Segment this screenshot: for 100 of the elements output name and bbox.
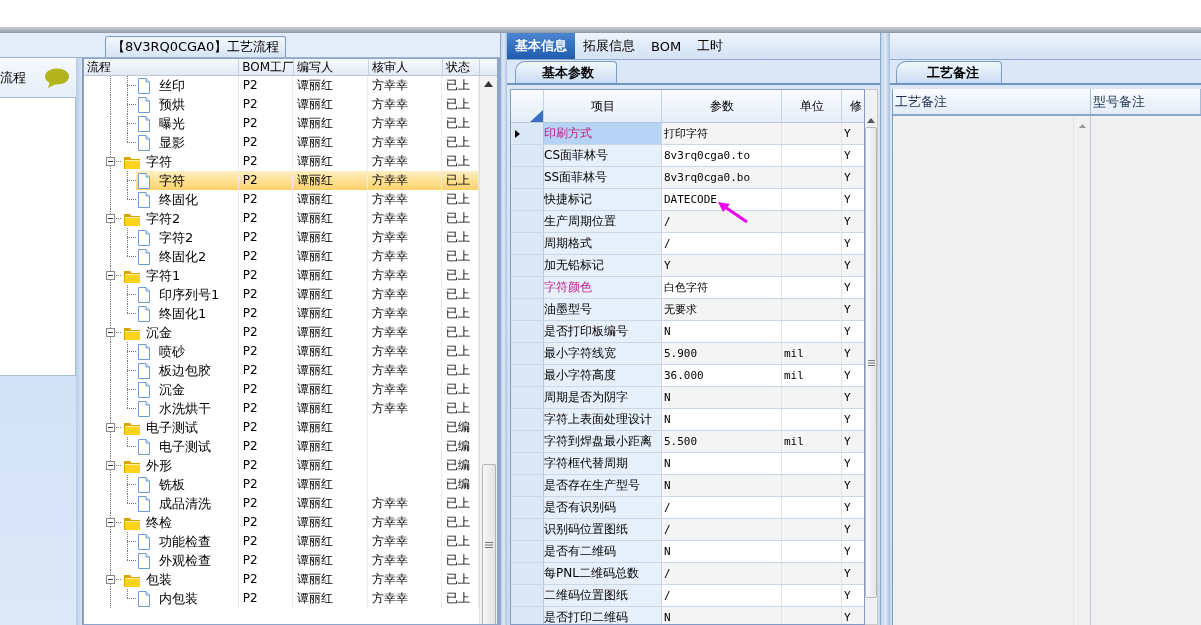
table-cell: 无要求 bbox=[662, 299, 782, 320]
table-cell: N bbox=[662, 475, 782, 496]
node-label: 印序列号1 bbox=[159, 286, 220, 304]
tree-row[interactable]: 喷砂 P2 谭丽红 方幸幸 已上 bbox=[84, 342, 479, 361]
node-label: 终固化2 bbox=[159, 248, 207, 266]
table-cell: 方幸幸 bbox=[367, 285, 443, 304]
table-cell: 谭丽红 bbox=[293, 494, 368, 513]
table-cell: P2 bbox=[238, 418, 294, 437]
table-cell: Y bbox=[842, 607, 864, 624]
tab[interactable]: BOM bbox=[643, 33, 690, 59]
table-cell: / bbox=[662, 211, 782, 232]
table-cell: 谭丽红 bbox=[293, 418, 368, 437]
document-icon bbox=[138, 552, 150, 569]
document-icon bbox=[138, 172, 150, 189]
panel-tab[interactable]: 【8V3RQ0CGA0】工艺流程 bbox=[105, 36, 287, 57]
column-header[interactable]: 型号备注 bbox=[1091, 89, 1201, 114]
table-cell: P2 bbox=[238, 494, 294, 513]
column-header[interactable]: 核审人 bbox=[368, 59, 444, 75]
table-cell: 谭丽红 bbox=[293, 513, 368, 532]
table-cell: P2 bbox=[238, 114, 294, 133]
current-row-icon bbox=[515, 129, 520, 138]
tree-row[interactable]: 字符2 P2 谭丽红 方幸幸 已上 bbox=[84, 209, 479, 228]
table-cell: 方幸幸 bbox=[367, 513, 443, 532]
tree-row[interactable]: 功能检查 P2 谭丽红 方幸幸 已上 bbox=[84, 532, 479, 551]
table-cell: 谭丽红 bbox=[293, 171, 368, 190]
tree-row[interactable]: 预烘 P2 谭丽红 方幸幸 已上 bbox=[84, 95, 479, 114]
table-cell: Y bbox=[842, 387, 864, 408]
table-cell: 方幸幸 bbox=[367, 228, 443, 247]
table-cell: P2 bbox=[238, 228, 294, 247]
document-icon bbox=[138, 191, 150, 208]
node-label: 字符 bbox=[146, 153, 172, 171]
table-cell: 方幸幸 bbox=[367, 589, 443, 608]
table-cell: 二维码位置图纸 bbox=[544, 585, 662, 606]
scrollbar[interactable] bbox=[479, 76, 497, 624]
tree-row[interactable]: 丝印 P2 谭丽红 方幸幸 已上 bbox=[84, 76, 479, 95]
tab[interactable]: 拓展信息 bbox=[575, 33, 643, 59]
table-cell: 谭丽红 bbox=[293, 323, 368, 342]
tree-row[interactable]: 字符2 P2 谭丽红 方幸幸 已上 bbox=[84, 228, 479, 247]
table-cell bbox=[782, 123, 842, 144]
splitter[interactable] bbox=[880, 33, 890, 625]
node-label: 沉金 bbox=[159, 381, 185, 399]
tree-row[interactable]: 终固化 P2 谭丽红 方幸幸 已上 bbox=[84, 190, 479, 209]
node-label: 终检 bbox=[146, 514, 172, 532]
tree-row[interactable]: 字符1 P2 谭丽红 方幸幸 已上 bbox=[84, 266, 479, 285]
tree-row[interactable]: 铣板 P2 谭丽红 已编 bbox=[84, 475, 479, 494]
column-header[interactable]: 单位 bbox=[782, 90, 842, 122]
tab[interactable]: 基本信息 bbox=[507, 33, 575, 59]
subtab[interactable]: 工艺备注 bbox=[896, 61, 1002, 83]
row-header[interactable] bbox=[511, 123, 544, 144]
table-cell: / bbox=[662, 497, 782, 518]
table-cell: P2 bbox=[238, 475, 294, 494]
tree-row[interactable]: 内包装 P2 谭丽红 方幸幸 已上 bbox=[84, 589, 479, 608]
tree-row[interactable]: 包装 P2 谭丽红 方幸幸 已上 bbox=[84, 570, 479, 589]
node-label: 铣板 bbox=[159, 476, 185, 494]
tree-row[interactable]: 电子测试 P2 谭丽红 已编 bbox=[84, 437, 479, 456]
table-cell: 5.900 bbox=[662, 343, 782, 364]
tree-row[interactable]: 沉金 P2 谭丽红 方幸幸 已上 bbox=[84, 380, 479, 399]
splitter[interactable] bbox=[76, 58, 83, 625]
scroll-up-icon bbox=[867, 118, 875, 123]
column-header[interactable]: 编写人 bbox=[293, 59, 369, 75]
table-cell: Y bbox=[842, 299, 864, 320]
table-cell: 字符到焊盘最小距离 bbox=[544, 431, 662, 452]
table-cell: P2 bbox=[238, 513, 294, 532]
tree-row[interactable]: 显影 P2 谭丽红 方幸幸 已上 bbox=[84, 133, 479, 152]
tree-row[interactable]: 终固化2 P2 谭丽红 方幸幸 已上 bbox=[84, 247, 479, 266]
tree-row[interactable]: 沉金 P2 谭丽红 方幸幸 已上 bbox=[84, 323, 479, 342]
table-cell: 是否有识别码 bbox=[544, 497, 662, 518]
column-header[interactable]: 项目 bbox=[544, 90, 662, 122]
tree-row[interactable]: 外观检查 P2 谭丽红 方幸幸 已上 bbox=[84, 551, 479, 570]
table-cell: 每PNL二维码总数 bbox=[544, 563, 662, 584]
tree-row[interactable]: 成品清洗 P2 谭丽红 方幸幸 已上 bbox=[84, 494, 479, 513]
collapse-icon bbox=[106, 461, 115, 470]
node-label: 预烘 bbox=[159, 96, 185, 114]
tree-row[interactable]: 外形 P2 谭丽红 已编 bbox=[84, 456, 479, 475]
column-header[interactable]: 参数 bbox=[662, 90, 782, 122]
table-cell: 谭丽红 bbox=[293, 570, 368, 589]
table-cell: 8v3rq0cga0.bo bbox=[662, 167, 782, 188]
column-header[interactable]: BOM工厂 bbox=[239, 59, 294, 75]
tree-row[interactable]: 终检 P2 谭丽红 方幸幸 已上 bbox=[84, 513, 479, 532]
tree-row[interactable]: 电子测试 P2 谭丽红 已编 bbox=[84, 418, 479, 437]
tree-row[interactable]: 水洗烘干 P2 谭丽红 方幸幸 已上 bbox=[84, 399, 479, 418]
column-header[interactable]: 流程 bbox=[84, 59, 240, 75]
column-header[interactable]: 状态 bbox=[443, 59, 480, 75]
tree-row[interactable]: 印序列号1 P2 谭丽红 方幸幸 已上 bbox=[84, 285, 479, 304]
table-cell: 方幸幸 bbox=[367, 247, 443, 266]
table-cell bbox=[782, 387, 842, 408]
tree-row[interactable]: 终固化1 P2 谭丽红 方幸幸 已上 bbox=[84, 304, 479, 323]
tab[interactable]: 工时 bbox=[689, 33, 732, 59]
tree-row[interactable]: 板边包胶 P2 谭丽红 方幸幸 已上 bbox=[84, 361, 479, 380]
table-cell: P2 bbox=[238, 551, 294, 570]
tree-row[interactable]: 曝光 P2 谭丽红 方幸幸 已上 bbox=[84, 114, 479, 133]
scrollbar[interactable] bbox=[865, 89, 878, 625]
collapse-icon bbox=[106, 328, 115, 337]
table-cell: 识别码位置图纸 bbox=[544, 519, 662, 540]
node-label: 曝光 bbox=[159, 115, 185, 133]
table-cell: P2 bbox=[238, 342, 294, 361]
table-cell: 谭丽红 bbox=[293, 437, 368, 456]
table-cell: 最小字符高度 bbox=[544, 365, 662, 386]
column-header[interactable]: 工艺备注 bbox=[893, 89, 1091, 114]
subtab[interactable]: 基本参数 bbox=[515, 61, 617, 83]
